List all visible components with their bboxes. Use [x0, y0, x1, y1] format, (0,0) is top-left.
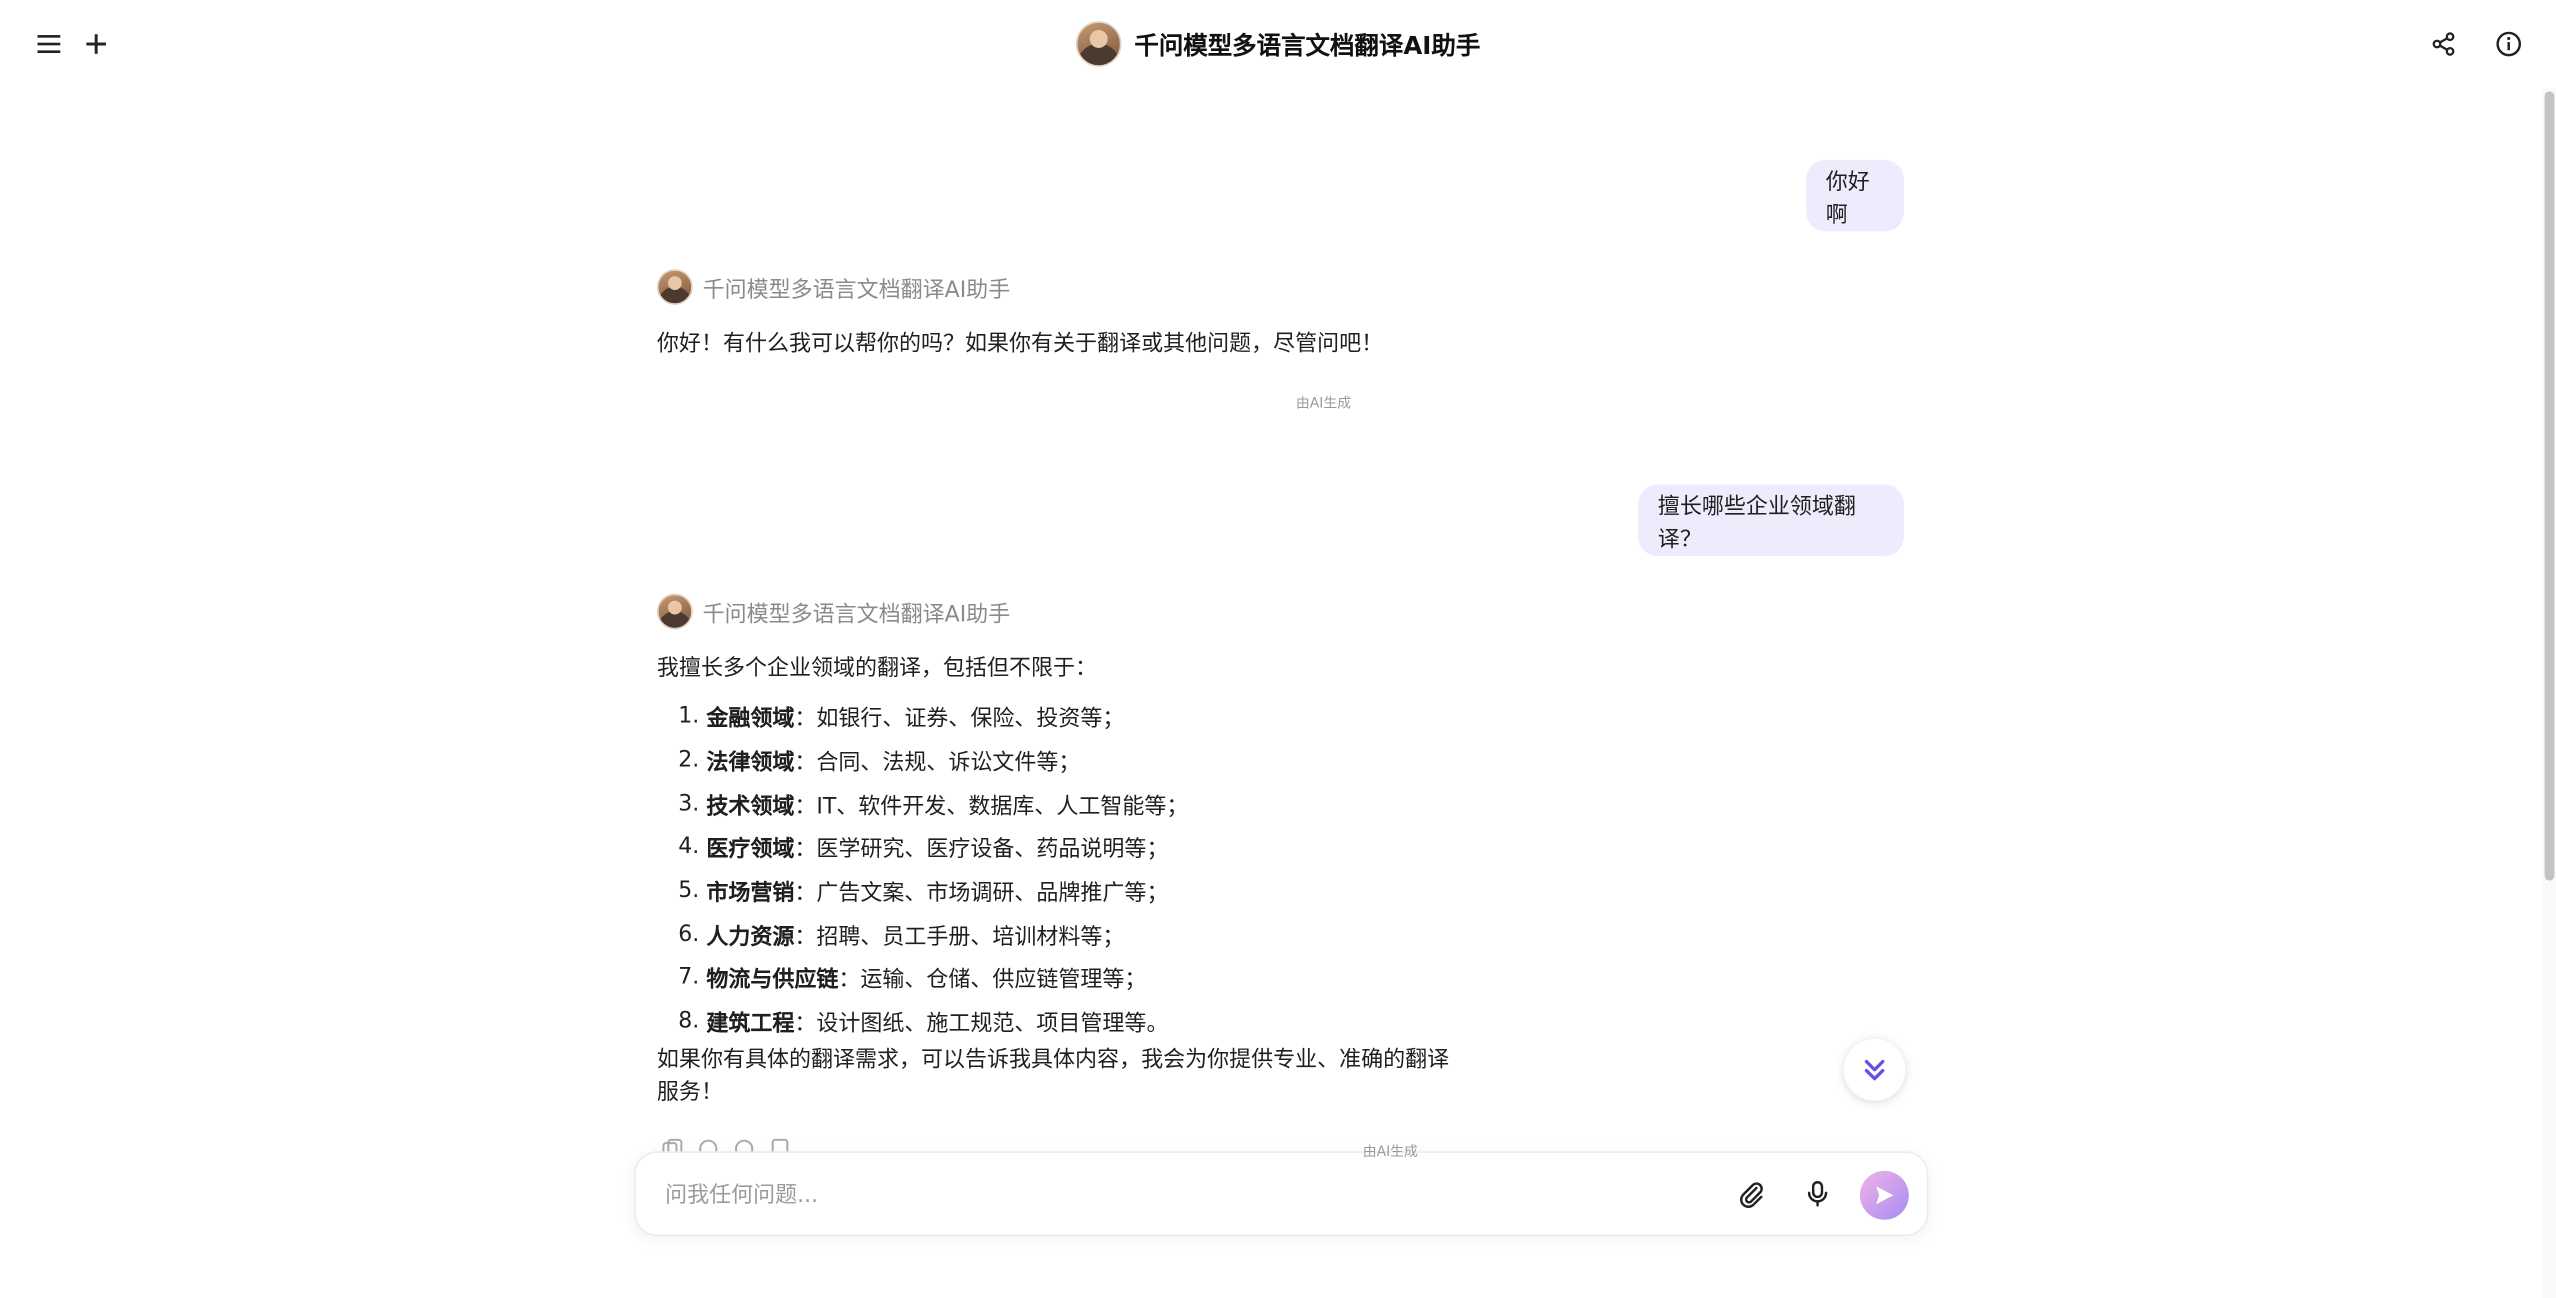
send-button[interactable]	[1859, 1170, 1909, 1220]
list-number: 4.	[678, 833, 700, 861]
send-icon	[1876, 1186, 1894, 1205]
paperclip-icon	[1740, 1182, 1763, 1208]
scroll-to-bottom-button[interactable]	[1843, 1038, 1906, 1101]
list-term: 金融领域	[706, 706, 795, 733]
share-icon	[2432, 32, 2455, 56]
list-term: 人力资源	[706, 924, 795, 951]
domain-list: 1. 金融领域 ：如银行、证券、保险、投资等； 2. 法律领域 ：合同、法规、诉讼文…	[657, 695, 1188, 1043]
message-input[interactable]	[661, 1175, 1680, 1215]
list-number: 7.	[678, 964, 700, 991]
list-desc: ：设计图纸、施工规范、项目管理等。	[794, 1011, 1169, 1038]
assistant-header: 千问模型多语言文档翻译AI助手	[656, 593, 1011, 630]
message-composer	[634, 1151, 1929, 1237]
list-desc: ：运输、仓储、供应链管理等；	[838, 967, 1147, 994]
list-term: 法律领域	[706, 750, 795, 777]
share-button[interactable]	[2422, 23, 2464, 65]
ai-generated-label: 由AI生成	[1295, 396, 1352, 413]
list-item: 6. 人力资源 ：招聘、员工手册、培训材料等；	[657, 912, 1188, 956]
scrollbar[interactable]	[2542, 88, 2556, 1298]
user-message-text: 你好啊	[1825, 169, 1870, 229]
info-icon	[2496, 31, 2522, 57]
ai-generated-label: 由AI生成	[1362, 1144, 1418, 1162]
list-desc: ：广告文案、市场调研、品牌推广等；	[794, 880, 1169, 907]
list-item: 4. 医疗领域 ：医学研究、医疗设备、药品说明等；	[657, 825, 1188, 869]
list-term: 市场营销	[706, 880, 795, 907]
list-item: 5. 市场营销 ：广告文案、市场调研、品牌推广等；	[657, 869, 1188, 913]
list-item: 7. 物流与供应链 ：运输、仓储、供应链管理等；	[657, 956, 1188, 1000]
list-number: 3.	[678, 790, 700, 817]
list-term: 医疗领域	[706, 837, 795, 864]
top-bar: 千问模型多语言文档翻译AI助手	[0, 0, 2556, 89]
assistant-avatar	[656, 593, 693, 630]
list-desc: ：如银行、证券、保险、投资等；	[794, 706, 1125, 733]
assistant-name: 千问模型多语言文档翻译AI助手	[702, 601, 1011, 628]
list-desc: ：IT、软件开发、数据库、人工智能等；	[794, 793, 1189, 820]
list-term: 物流与供应链	[706, 967, 839, 994]
assistant-message-text: 你好！有什么我可以帮你的吗？如果你有关于翻译或其他问题，尽管问吧！	[656, 331, 1384, 358]
microphone-icon	[1807, 1181, 1828, 1207]
assistant-name: 千问模型多语言文档翻译AI助手	[702, 277, 1011, 304]
list-item: 8. 建筑工程 ：设计图纸、施工规范、项目管理等。	[657, 999, 1188, 1043]
assistant-outro-line: 如果你有具体的翻译需求，可以告诉我具体内容，我会为你提供专业、准确的翻译	[656, 1046, 1450, 1074]
assistant-avatar	[656, 269, 693, 305]
voice-button[interactable]	[1800, 1176, 1836, 1212]
list-item: 1. 金融领域 ：如银行、证券、保险、投资等；	[657, 695, 1188, 739]
assistant-header: 千问模型多语言文档翻译AI助手	[656, 269, 1011, 305]
assistant-outro: 如果你有具体的翻译需求，可以告诉我具体内容，我会为你提供专业、准确的翻译 服务！	[657, 1044, 1449, 1109]
attach-button[interactable]	[1733, 1176, 1769, 1212]
list-term: 技术领域	[706, 793, 795, 820]
assistant-avatar	[1075, 21, 1122, 67]
list-desc: ：医学研究、医疗设备、药品说明等；	[794, 837, 1169, 864]
chat-title: 千问模型多语言文档翻译AI助手	[0, 20, 2556, 69]
user-message: 擅长哪些企业领域翻译？	[1638, 484, 1904, 557]
list-desc: ：合同、法规、诉讼文件等；	[794, 750, 1081, 777]
list-term: 建筑工程	[706, 1011, 795, 1038]
assistant-outro-line: 服务！	[656, 1079, 723, 1106]
double-chevron-down-icon	[1864, 1059, 1885, 1081]
list-number: 8.	[678, 1008, 700, 1035]
user-message: 你好啊	[1806, 159, 1904, 232]
list-desc: ：招聘、员工手册、培训材料等；	[794, 924, 1125, 951]
list-number: 2.	[678, 746, 700, 774]
chat-app: 千问模型多语言文档翻译AI助手 你好啊 千问模型多语言文档翻译AI助手 你好！有…	[0, 0, 2556, 1298]
list-number: 1.	[678, 703, 700, 730]
page-title: 千问模型多语言文档翻译AI助手	[1134, 30, 1481, 60]
scrollbar-thumb[interactable]	[2544, 91, 2555, 881]
list-number: 6.	[678, 920, 700, 948]
user-message-text: 擅长哪些企业领域翻译？	[1657, 494, 1856, 553]
assistant-intro: 我擅长多个企业领域的翻译，包括但不限于：	[656, 655, 1098, 682]
list-number: 5.	[678, 877, 700, 904]
list-item: 2. 法律领域 ：合同、法规、诉讼文件等；	[657, 738, 1188, 782]
info-button[interactable]	[2488, 23, 2530, 65]
list-item: 3. 技术领域 ：IT、软件开发、数据库、人工智能等；	[657, 782, 1188, 826]
